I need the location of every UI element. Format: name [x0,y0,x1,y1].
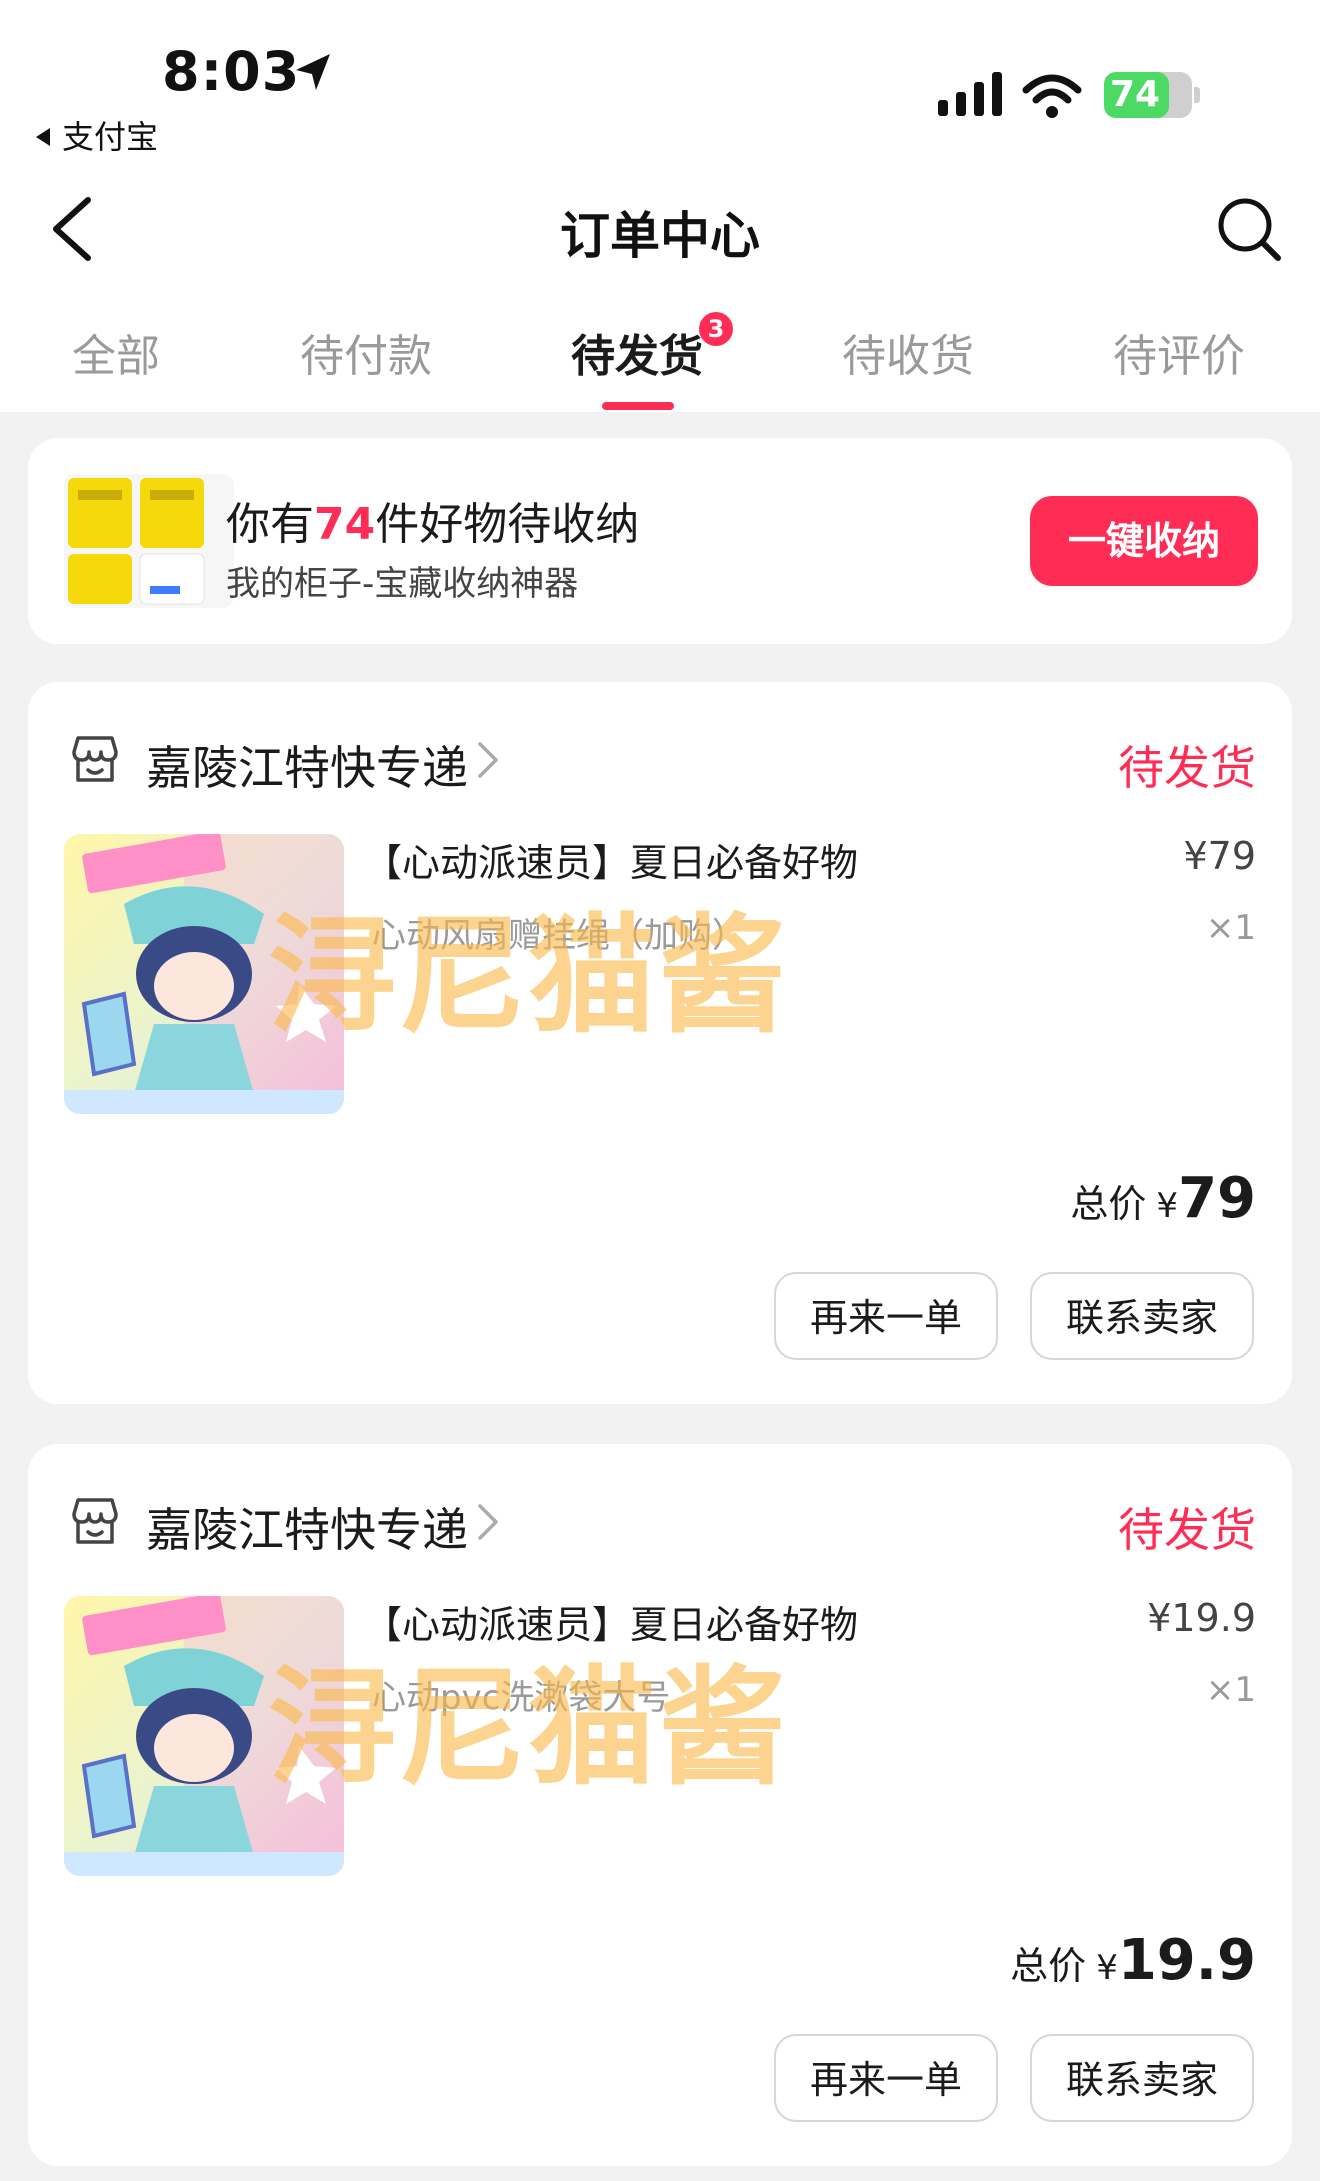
back-to-app-link[interactable]: 支付宝 [36,112,158,158]
reorder-button[interactable]: 再来一单 [774,2034,998,2122]
order-tabs: 全部 待付款 待发货 3 待收货 待评价 [0,312,1320,400]
watermark-text: 浔尼猫酱 [268,902,789,1051]
chevron-right-icon [478,742,498,778]
status-time: 8:03 [162,40,301,103]
tab-pending-review[interactable]: 待评价 [1113,320,1245,384]
battery-level: 74 [1110,74,1161,115]
tab-pending-receipt[interactable]: 待收货 [842,320,974,384]
product-image[interactable] [64,1596,344,1876]
contact-seller-button[interactable]: 联系卖家 [1030,2034,1254,2122]
battery-body: 74 [1104,72,1192,118]
battery-tip [1194,87,1200,103]
total-label: 总价 [1070,1182,1147,1226]
active-tab-indicator [602,402,674,410]
promo-title-prefix: 你有 [226,499,314,550]
tab-pending-shipment[interactable]: 待发货 3 [571,312,733,384]
store-name[interactable]: 嘉陵江特快专递 [146,732,468,798]
page-title: 订单中心 [560,207,760,265]
order-total: 总价 ¥79 [1070,1166,1256,1231]
wifi-icon [1022,74,1082,118]
reorder-button[interactable]: 再来一单 [774,1272,998,1360]
back-app-label: 支付宝 [62,118,159,156]
promo-title-suffix: 件好物待收纳 [375,499,640,550]
product-spec: 心动pvc洗漱袋大号 [372,1678,671,1718]
tab-pending-payment[interactable]: 待付款 [300,320,432,384]
promo-count: 74 [314,499,376,550]
promo-title: 你有74件好物待收纳 [226,488,639,552]
order-total: 总价 ¥19.9 [1010,1928,1256,1993]
storage-promo-banner[interactable]: 你有74件好物待收纳 我的柜子-宝藏收纳神器 一键收纳 [28,438,1292,644]
promo-subtitle: 我的柜子-宝藏收纳神器 [226,564,579,604]
store-icon [72,1498,118,1544]
cellular-signal-icon [938,72,1002,116]
product-price: ¥19.9 [1147,1596,1256,1640]
product-quantity: ×1 [1205,1670,1256,1710]
product-spec: 心动风扇赠挂绳（加购） [372,916,746,956]
tab-pending-shipment-label: 待发货 [571,331,703,382]
tab-badge: 3 [699,312,733,346]
chevron-right-icon [478,1504,498,1540]
product-title[interactable]: 【心动派速员】夏日必备好物 [364,1594,858,1649]
total-amount: 19.9 [1117,1928,1256,1993]
total-currency: ¥ [1096,1948,1118,1988]
one-click-store-button[interactable]: 一键收纳 [1030,496,1258,586]
back-triangle-icon [36,128,50,146]
product-quantity: ×1 [1205,908,1256,948]
battery-indicator: 74 [1104,72,1202,120]
store-icon [72,736,118,782]
total-amount: 79 [1178,1166,1256,1231]
store-name[interactable]: 嘉陵江特快专递 [146,1494,468,1560]
product-image[interactable] [64,834,344,1114]
order-status: 待发货 [1118,1503,1256,1557]
location-arrow-icon [296,54,330,90]
order-card[interactable]: 嘉陵江特快专递 待发货 【心动派速员】夏日必备好物 心动pvc洗漱袋大号 ¥19… [28,1444,1292,2166]
order-status: 待发货 [1118,741,1256,795]
contact-seller-button[interactable]: 联系卖家 [1030,1272,1254,1360]
product-title[interactable]: 【心动派速员】夏日必备好物 [364,832,858,887]
search-icon[interactable] [1216,196,1282,262]
total-label: 总价 [1010,1944,1087,1988]
promo-thumbnail [64,474,234,608]
total-currency: ¥ [1156,1186,1179,1226]
order-card[interactable]: 嘉陵江特快专递 待发货 【心动派速员】夏日必备好物 心动风扇赠挂绳（加购） ¥7… [28,682,1292,1404]
product-price: ¥79 [1183,834,1256,878]
tab-all[interactable]: 全部 [72,320,160,384]
